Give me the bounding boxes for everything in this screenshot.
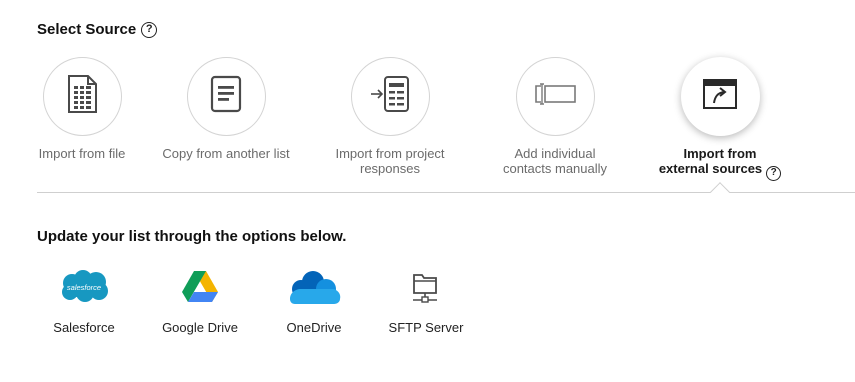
source-label: Import from external sources?	[658, 146, 782, 181]
external-google-drive[interactable]: Google Drive	[150, 266, 250, 335]
help-icon[interactable]: ?	[766, 165, 782, 181]
source-add-contacts-manually[interactable]: Add individual contacts manually	[480, 57, 630, 176]
import-responses-icon	[367, 74, 413, 119]
external-label: Google Drive	[162, 320, 238, 335]
source-label: Import from project responses	[335, 146, 444, 176]
divider	[37, 192, 855, 193]
external-label: OneDrive	[286, 320, 342, 335]
source-circle[interactable]	[680, 57, 760, 136]
source-circle[interactable]	[42, 57, 122, 136]
text-input-icon	[531, 82, 579, 111]
list-document-icon	[209, 75, 243, 118]
source-import-external[interactable]: Import from external sources?	[645, 57, 795, 181]
external-onedrive[interactable]: OneDrive	[264, 266, 364, 335]
source-label-line1: Import from project	[335, 146, 445, 161]
update-list-heading: Update your list through the options bel…	[37, 228, 347, 245]
page-title: Select Source	[37, 21, 137, 38]
help-icon[interactable]: ?	[141, 21, 158, 38]
active-pointer	[710, 182, 730, 202]
source-import-project-responses[interactable]: Import from project responses	[315, 57, 465, 176]
source-circle[interactable]	[186, 57, 266, 136]
salesforce-logo: salesforce	[49, 266, 119, 308]
select-source-heading: Select Source ?	[37, 21, 158, 38]
external-sftp-server[interactable]: SFTP Server	[376, 266, 476, 335]
source-circle[interactable]	[350, 57, 430, 136]
google-drive-logo	[165, 266, 235, 308]
source-label: Copy from another list	[162, 146, 290, 161]
external-label: SFTP Server	[388, 320, 464, 335]
external-window-icon	[702, 78, 738, 115]
source-label: Add individual contacts manually	[503, 146, 607, 176]
source-circle[interactable]	[515, 57, 595, 136]
external-label: Salesforce	[53, 320, 115, 335]
source-label-line2: contacts manually	[502, 161, 608, 176]
source-copy-from-list[interactable]: Copy from another list	[151, 57, 301, 161]
salesforce-logo-text: salesforce	[67, 283, 101, 292]
source-label-text: external sources	[658, 161, 763, 176]
source-label-line1: Import from	[683, 146, 757, 161]
source-import-from-file[interactable]: Import from file	[7, 57, 157, 161]
onedrive-logo	[279, 266, 349, 308]
source-label-line2: responses	[360, 161, 420, 176]
sftp-server-icon	[391, 266, 461, 308]
source-label-line2: external sources?	[658, 161, 782, 181]
source-label: Import from file	[38, 146, 126, 161]
source-label-line1: Add individual	[514, 146, 596, 161]
spreadsheet-file-icon	[65, 74, 99, 119]
external-salesforce[interactable]: salesforce Salesforce	[34, 266, 134, 335]
